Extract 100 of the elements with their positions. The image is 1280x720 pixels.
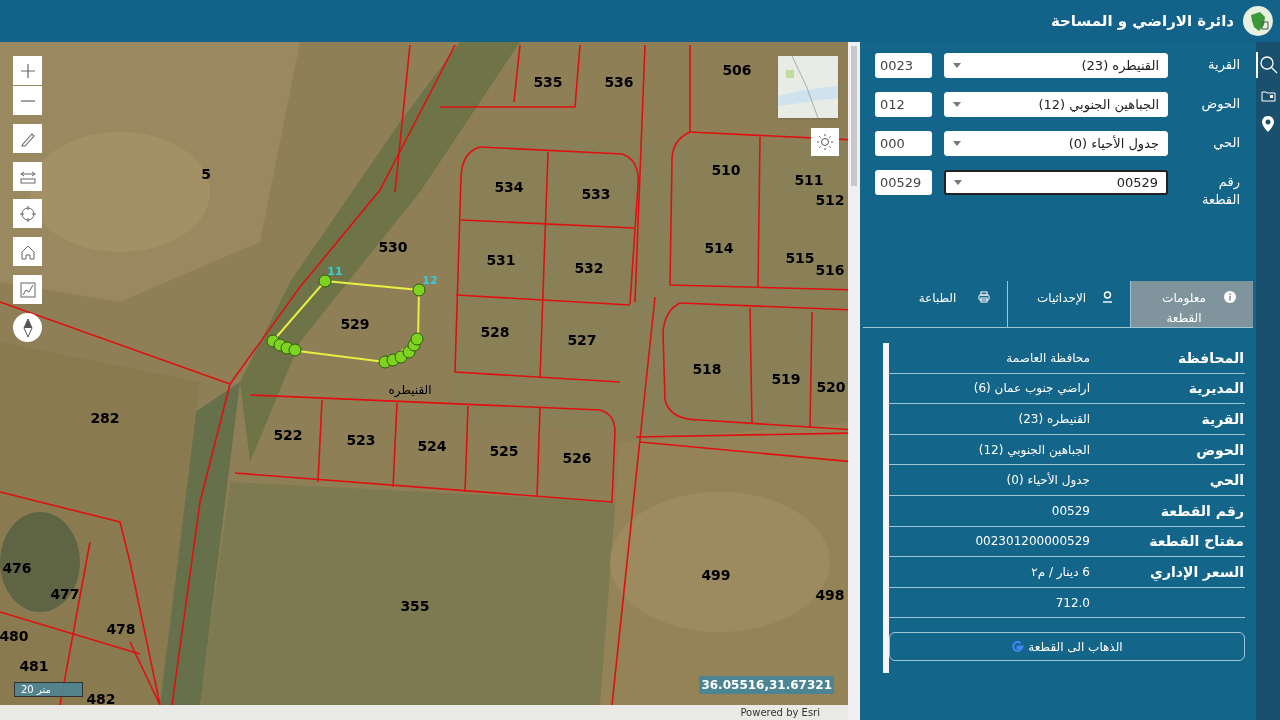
zoom-out-button[interactable] (13, 86, 42, 115)
code-field[interactable]: 0023 (875, 53, 932, 78)
info-value: جدول الأحياء (0) (1006, 471, 1090, 490)
parcel-number: 482 (86, 689, 116, 705)
minus-icon (19, 99, 36, 102)
caret-icon (953, 102, 961, 107)
folder-icon (1260, 90, 1276, 102)
field-label: الحي (1212, 134, 1240, 152)
parcel-number: 528 (480, 322, 510, 342)
search-tab[interactable] (1256, 52, 1280, 78)
tab[interactable]: الطباعة (884, 281, 1007, 327)
locate-button[interactable] (13, 199, 42, 228)
home-icon (19, 243, 36, 260)
parcel-number: 536 (604, 72, 634, 92)
info-value: 002301200000529 (975, 533, 1090, 551)
parcel-number: 516 (815, 260, 845, 280)
parcel-number: 532 (574, 258, 604, 278)
info-value: محافظة العاصمة (1006, 349, 1090, 367)
parcel-number: 523 (346, 430, 376, 450)
parcel-number: 518 (692, 359, 722, 379)
scrollbar-thumb[interactable] (851, 46, 857, 186)
parcel-number: 355 (400, 596, 430, 616)
logo-icon (1242, 5, 1274, 37)
parcel-number: 282 (90, 408, 120, 428)
plus-icon (19, 62, 36, 79)
code-field[interactable]: 000 (875, 131, 932, 156)
field-label: رقم القطعة (1200, 173, 1240, 209)
parcel-number: 534 (494, 177, 524, 197)
info-label: السعر الإداري (1150, 563, 1244, 580)
compass-icon (22, 318, 33, 337)
basemap-toggle[interactable] (778, 56, 838, 118)
dropdown-value: 00529 (1116, 173, 1158, 192)
person-pin-icon (1101, 291, 1113, 303)
info-label: الحي (1209, 472, 1244, 489)
dropdown-value: الجباهين الجنوبي (12) (1038, 95, 1159, 115)
app-title: دائرة الاراضي و المساحة (1050, 10, 1234, 32)
go-to-parcel-button[interactable]: الذهاب الى القطعة (889, 632, 1245, 662)
parcel-number: 535 (533, 72, 563, 92)
info-label: القرية (1201, 411, 1244, 427)
parcel-number: 519 (771, 369, 801, 389)
measure-button[interactable] (13, 162, 42, 191)
scale-bar: 20 متر (14, 682, 83, 697)
chart-icon (19, 281, 36, 298)
parcel-number: 476 (2, 558, 32, 578)
printer-icon (977, 291, 990, 303)
tab[interactable]: الإحداثيات (1007, 281, 1130, 327)
field-label: الحوض (1200, 95, 1240, 113)
info-label: مفتاح القطعة (1149, 533, 1244, 550)
parcel-number: 499 (701, 565, 731, 585)
parcel-number: 510 (711, 160, 741, 180)
parcel-number: 506 (722, 60, 752, 80)
info-value: 6 دينار / م٢ (1031, 563, 1090, 581)
dropdown[interactable]: الجباهين الجنوبي (12) (944, 92, 1168, 117)
parcel-number: 481 (19, 656, 49, 676)
code-field[interactable]: 012 (875, 92, 932, 117)
code-field[interactable]: 00529 (875, 170, 932, 195)
caret-icon (953, 141, 961, 146)
caret-icon (954, 180, 962, 185)
info-value: القنيطره (23) (1018, 411, 1090, 428)
dropdown[interactable]: 00529 (944, 170, 1168, 195)
coordinates-label: 36.05516,31.67321 (699, 676, 834, 694)
search-icon (1260, 56, 1278, 74)
parcel-number: 498 (815, 585, 845, 605)
info-value: اراضي جنوب عمان (6) (973, 380, 1090, 398)
info-value: الجباهين الجنوبي (12) (978, 441, 1090, 459)
dropdown[interactable]: جدول الأحياء (0) (944, 131, 1168, 156)
info-label: رقم القطعة (1160, 502, 1244, 519)
parcel-number: 511 (794, 170, 824, 190)
caret-icon (953, 63, 961, 68)
info-label: المديرية (1188, 380, 1244, 397)
parcel-number: 5 (201, 164, 211, 184)
zoom-in-button[interactable] (13, 56, 42, 85)
parcel-number: 515 (785, 248, 815, 268)
parcel-number: 526 (562, 448, 592, 468)
field-label: القرية (1207, 56, 1240, 74)
graph-button[interactable] (13, 275, 42, 304)
crosshair-icon (19, 205, 36, 222)
dropdown[interactable]: القنيطره (23) (944, 53, 1168, 78)
info-label: المحافظة (1177, 349, 1244, 366)
home-button[interactable] (13, 237, 42, 266)
parcel-number: 477 (50, 584, 80, 604)
dropdown-value: القنيطره (23) (1081, 56, 1159, 75)
parcel-number: 524 (417, 436, 447, 456)
dropdown-value: جدول الأحياء (0) (1068, 134, 1159, 154)
info-label: الحوض (1196, 441, 1244, 458)
info-value: 712.0 (1055, 594, 1090, 612)
google-icon (1011, 640, 1025, 654)
daylight-button[interactable] (811, 128, 839, 156)
parcel-number: 531 (486, 250, 516, 270)
parcel-number: 478 (106, 619, 136, 639)
parcel-number: 529 (340, 314, 370, 334)
point-label: 12 (422, 272, 438, 289)
place-label: القنيطره (388, 382, 432, 399)
parcel-number: 533 (581, 184, 611, 204)
sun-icon (817, 134, 833, 150)
info-icon (1224, 291, 1236, 303)
parcel-number: 530 (378, 237, 408, 257)
parcel-number: 522 (273, 425, 303, 445)
location-pin-icon (1262, 116, 1274, 132)
draw-button[interactable] (13, 124, 42, 153)
